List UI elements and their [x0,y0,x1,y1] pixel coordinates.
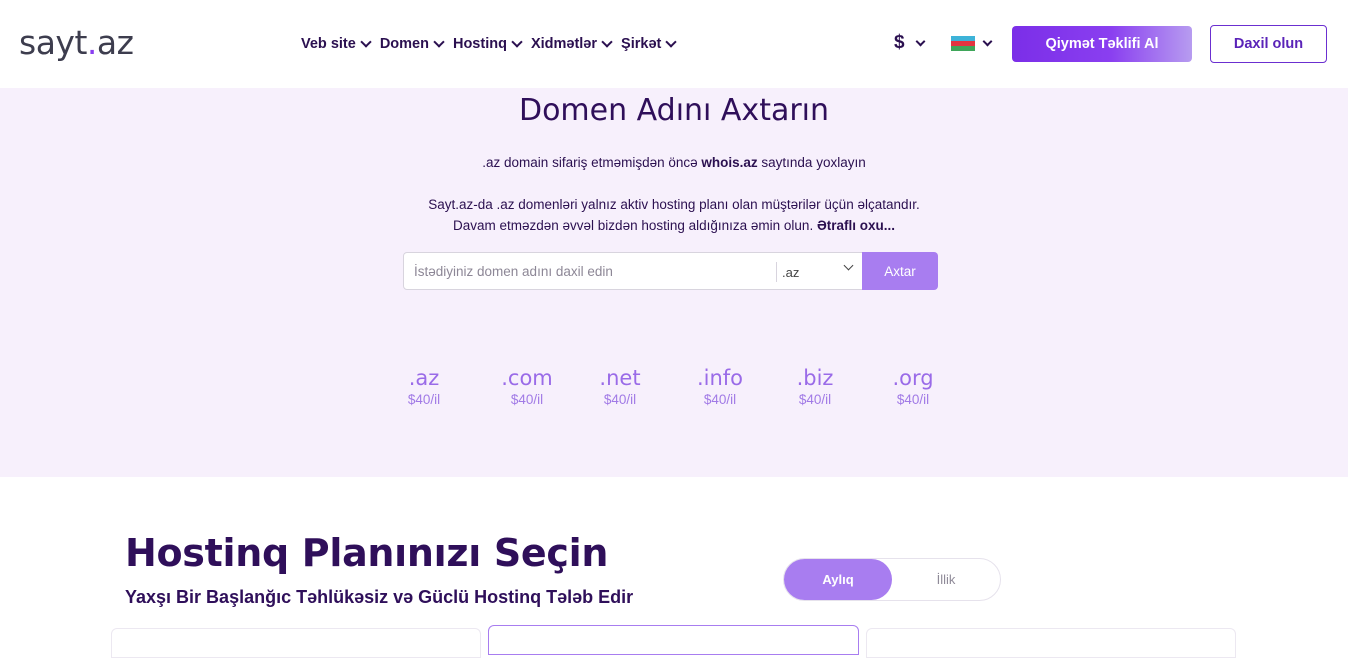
note-text: .az domain sifariş etməmişdən öncə [482,155,702,170]
nav-sirket[interactable]: Şirkət [621,36,678,52]
chevron-down-icon [433,36,445,48]
tld-item[interactable]: .org $40/il [873,366,953,407]
azerbaijan-flag-icon [951,36,975,51]
tld-item[interactable]: .az $40/il [384,366,464,407]
logo-text: sayt [19,23,87,62]
nav-veb-site[interactable]: Veb site [301,36,372,52]
billing-yearly-option[interactable]: İllik [892,559,1000,600]
language-selector[interactable] [951,36,993,51]
tld-price: $40/il [896,392,930,407]
chevron-down-icon [601,36,613,48]
domain-search-button[interactable]: Axtar [862,252,938,290]
currency-selector[interactable]: $ [894,32,926,54]
tld-name: .info [696,366,744,390]
tld-item[interactable]: .net $40/il [580,366,660,407]
tld-price: $40/il [407,392,441,407]
info-text: Davam etməzdən əvvəl bizdən hosting aldı… [452,218,817,233]
domain-search-input[interactable] [414,253,774,289]
tld-name: .az [408,366,440,390]
info-line: Davam etməzdən əvvəl bizdən hosting aldı… [0,215,1348,236]
logo-tld: az [96,23,134,62]
hosting-section-subtitle: Yaxşı Bir Başlanğıc Təhlükəsiz və Güclü … [125,587,634,607]
hosting-plan-card [111,628,481,658]
tld-select[interactable]: .az [776,260,862,282]
tld-name: .net [599,366,641,390]
chevron-down-icon [665,36,678,48]
get-quote-button[interactable]: Qiymət Təklifi Al [1012,26,1192,62]
read-more-link[interactable]: Ətraflı oxu... [817,218,895,233]
tld-select-value: .az [782,264,800,280]
hosting-plan-card-featured [488,625,859,655]
tld-item[interactable]: .com $40/il [487,366,567,407]
chevron-down-icon [915,36,926,46]
nav-label: Şirkət [621,36,662,52]
login-button[interactable]: Daxil olun [1210,25,1327,63]
tld-price: $40/il [703,392,737,407]
hosting-requirement-info: Sayt.az-da .az domenləri yalnız aktiv ho… [0,194,1348,236]
tld-price: $40/il [798,392,832,407]
site-header: sayt.az Veb site Domen Hostinq Xidmətlər… [0,0,1348,88]
domain-search-box: .az [403,252,863,290]
tld-name: .biz [796,366,834,390]
domain-search-title: Domen Adını Axtarın [518,93,830,128]
info-line: Sayt.az-da .az domenləri yalnız aktiv ho… [428,197,920,212]
tld-item[interactable]: .biz $40/il [775,366,855,407]
tld-price: $40/il [603,392,637,407]
whois-link[interactable]: whois.az [701,155,757,170]
nav-label: Veb site [301,36,356,52]
chevron-down-icon [982,36,993,47]
tld-name: .org [892,366,934,390]
currency-symbol: $ [894,32,905,53]
main-nav: Veb site Domen Hostinq Xidmətlər Şirkət [301,34,685,54]
nav-hostinq[interactable]: Hostinq [452,36,523,52]
hosting-section-title: Hostinq Planınızı Seçin [125,531,609,575]
tld-price: $40/il [510,392,544,407]
chevron-down-icon [360,36,372,48]
billing-monthly-option[interactable]: Aylıq [784,559,892,600]
tld-name: .com [501,366,553,390]
hosting-plan-card [866,628,1236,658]
note-text: saytında yoxlayın [757,155,866,170]
nav-domen[interactable]: Domen [379,36,445,52]
logo-dot: . [86,23,98,62]
nav-xidmetler[interactable]: Xidmətlər [530,36,613,52]
nav-label: Xidmətlər [530,36,598,52]
tld-item[interactable]: .info $40/il [680,366,760,407]
chevron-down-icon [511,36,523,48]
billing-period-toggle: Aylıq İllik [783,558,1001,601]
whois-note: .az domain sifariş etməmişdən öncə whois… [0,155,1348,170]
domain-search-section: Domen Adını Axtarın .az domain sifariş e… [0,88,1348,477]
nav-label: Domen [379,36,429,52]
chevron-down-icon [843,260,854,271]
nav-label: Hostinq [452,36,507,52]
site-logo[interactable]: sayt.az [19,23,134,62]
